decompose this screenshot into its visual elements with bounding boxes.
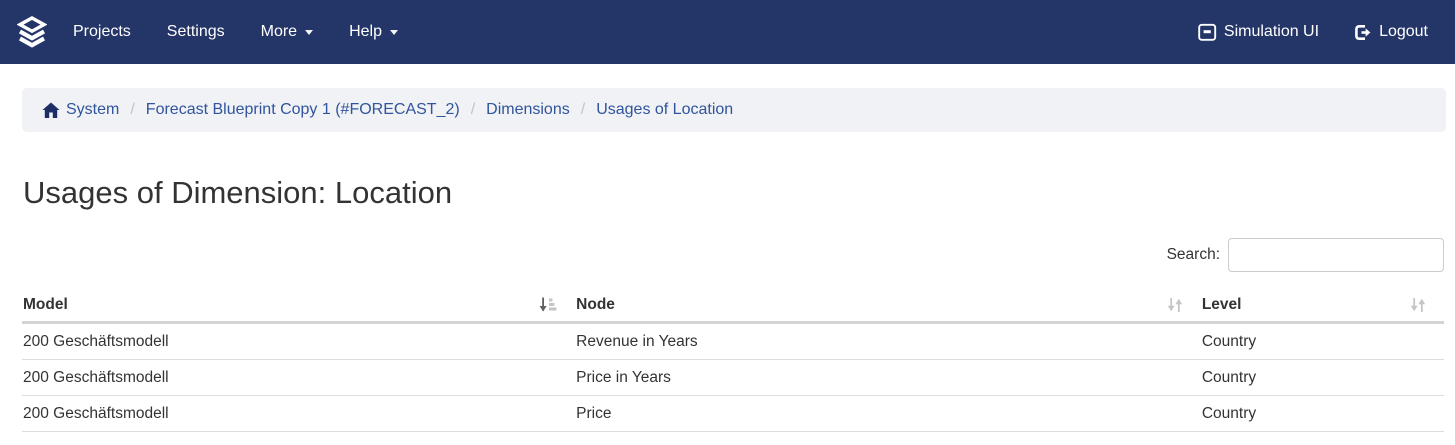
nav-projects[interactable]: Projects bbox=[55, 0, 149, 64]
breadcrumb-item-dimensions[interactable]: Dimensions bbox=[486, 101, 570, 119]
chevron-down-icon bbox=[390, 30, 398, 35]
layers-stack-logo-icon bbox=[17, 16, 47, 48]
breadcrumb-item-usages-of-location[interactable]: Usages of Location bbox=[596, 101, 733, 119]
nav-more-dropdown[interactable]: More bbox=[243, 0, 331, 64]
cell-model: 200 Geschäftsmodell bbox=[22, 396, 575, 432]
nav-help-label: Help bbox=[349, 23, 382, 41]
nav-simulation-ui[interactable]: Simulation UI bbox=[1181, 0, 1336, 64]
cell-level: Country bbox=[1201, 323, 1444, 360]
app-logo[interactable] bbox=[17, 16, 47, 48]
column-header-level[interactable]: Level bbox=[1201, 288, 1444, 323]
usages-table: Model Node bbox=[22, 288, 1444, 432]
breadcrumb: System / Forecast Blueprint Copy 1 (#FOR… bbox=[22, 88, 1446, 132]
breadcrumb-separator: / bbox=[471, 101, 475, 119]
page-title: Usages of Dimension: Location bbox=[23, 172, 1455, 214]
breadcrumb-separator: / bbox=[130, 101, 134, 119]
column-header-level-label: Level bbox=[1202, 296, 1242, 314]
column-header-node-label: Node bbox=[576, 296, 615, 314]
sort-both-icon bbox=[1410, 297, 1426, 313]
table-row: 200 Geschäftsmodell Price in Years Count… bbox=[22, 360, 1444, 396]
top-navbar: Projects Settings More Help Simulation U… bbox=[0, 0, 1455, 64]
cell-model: 200 Geschäftsmodell bbox=[22, 360, 575, 396]
chevron-down-icon bbox=[305, 30, 313, 35]
nav-logout-label: Logout bbox=[1379, 23, 1428, 41]
column-header-model-label: Model bbox=[23, 296, 68, 314]
nav-settings[interactable]: Settings bbox=[149, 0, 243, 64]
search-bar: Search: bbox=[0, 238, 1444, 272]
breadcrumb-separator: / bbox=[581, 101, 585, 119]
cell-node: Price in Years bbox=[575, 360, 1201, 396]
breadcrumb-item-system[interactable]: System bbox=[66, 101, 119, 119]
sort-both-icon bbox=[1167, 297, 1183, 313]
breadcrumb-item-forecast-blueprint[interactable]: Forecast Blueprint Copy 1 (#FORECAST_2) bbox=[146, 101, 460, 119]
sort-amount-asc-icon bbox=[539, 297, 557, 313]
search-input[interactable] bbox=[1228, 238, 1444, 272]
nav-logout[interactable]: Logout bbox=[1336, 0, 1445, 64]
table-row: 200 Geschäftsmodell Price Country bbox=[22, 396, 1444, 432]
search-label: Search: bbox=[1167, 246, 1220, 264]
sign-out-icon bbox=[1353, 23, 1372, 42]
home-icon-glyph bbox=[42, 102, 60, 119]
cell-level: Country bbox=[1201, 360, 1444, 396]
column-header-node[interactable]: Node bbox=[575, 288, 1201, 323]
nav-simulation-ui-label: Simulation UI bbox=[1224, 23, 1319, 41]
table-header-row: Model Node bbox=[22, 288, 1444, 323]
table-row: 200 Geschäftsmodell Revenue in Years Cou… bbox=[22, 323, 1444, 360]
navbar-menu: Projects Settings More Help bbox=[55, 0, 416, 64]
window-dash-icon bbox=[1198, 23, 1217, 42]
cell-node: Revenue in Years bbox=[575, 323, 1201, 360]
nav-help-dropdown[interactable]: Help bbox=[331, 0, 416, 64]
cell-node: Price bbox=[575, 396, 1201, 432]
cell-model: 200 Geschäftsmodell bbox=[22, 323, 575, 360]
home-icon[interactable] bbox=[42, 102, 60, 119]
column-header-model[interactable]: Model bbox=[22, 288, 575, 323]
nav-more-label: More bbox=[261, 23, 297, 41]
navbar-right: Simulation UI Logout bbox=[1181, 0, 1445, 64]
cell-level: Country bbox=[1201, 396, 1444, 432]
